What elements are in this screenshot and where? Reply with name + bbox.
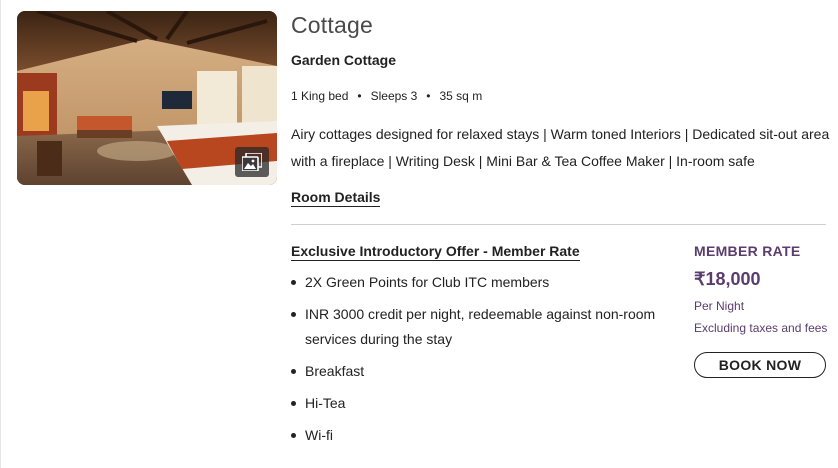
offer-title: Exclusive Introductory Offer - Member Ra… (291, 243, 580, 261)
room-details-link[interactable]: Room Details (291, 189, 381, 207)
spec-occupancy: Sleeps 3 (370, 89, 418, 103)
image-gallery-icon (242, 153, 262, 171)
room-description: Airy cottages designed for relaxed stays… (291, 126, 830, 169)
room-subtitle: Garden Cottage (291, 52, 397, 68)
rate-price: ₹18,000 (694, 269, 761, 289)
image-gallery-button[interactable] (235, 147, 269, 177)
room-card: Cottage Garden Cottage 1 King bed • Slee… (0, 0, 838, 468)
spec-bed: 1 King bed (291, 89, 349, 103)
room-photo[interactable] (17, 11, 277, 185)
rate-label: MEMBER RATE (694, 243, 801, 259)
list-item: Breakfast (291, 359, 681, 384)
spec-area: 35 sq m (439, 89, 483, 103)
list-item: Hi-Tea (291, 391, 681, 416)
rate-per-night: Per Night (694, 299, 745, 313)
book-now-button[interactable]: BOOK NOW (694, 352, 826, 378)
list-item: 2X Green Points for Club ITC members (291, 270, 681, 295)
spec-separator: • (357, 89, 362, 103)
rate-tax-note: Excluding taxes and fees (694, 321, 828, 335)
list-item: INR 3000 credit per night, redeemable ag… (291, 302, 681, 352)
room-specs: 1 King bed • Sleeps 3 • 35 sq m (291, 89, 482, 103)
spec-separator: • (426, 89, 431, 103)
list-item: Wi-fi (291, 423, 681, 448)
offer-benefits-list: 2X Green Points for Club ITC members INR… (291, 270, 681, 455)
room-title: Cottage (291, 12, 373, 38)
section-divider (291, 224, 826, 225)
